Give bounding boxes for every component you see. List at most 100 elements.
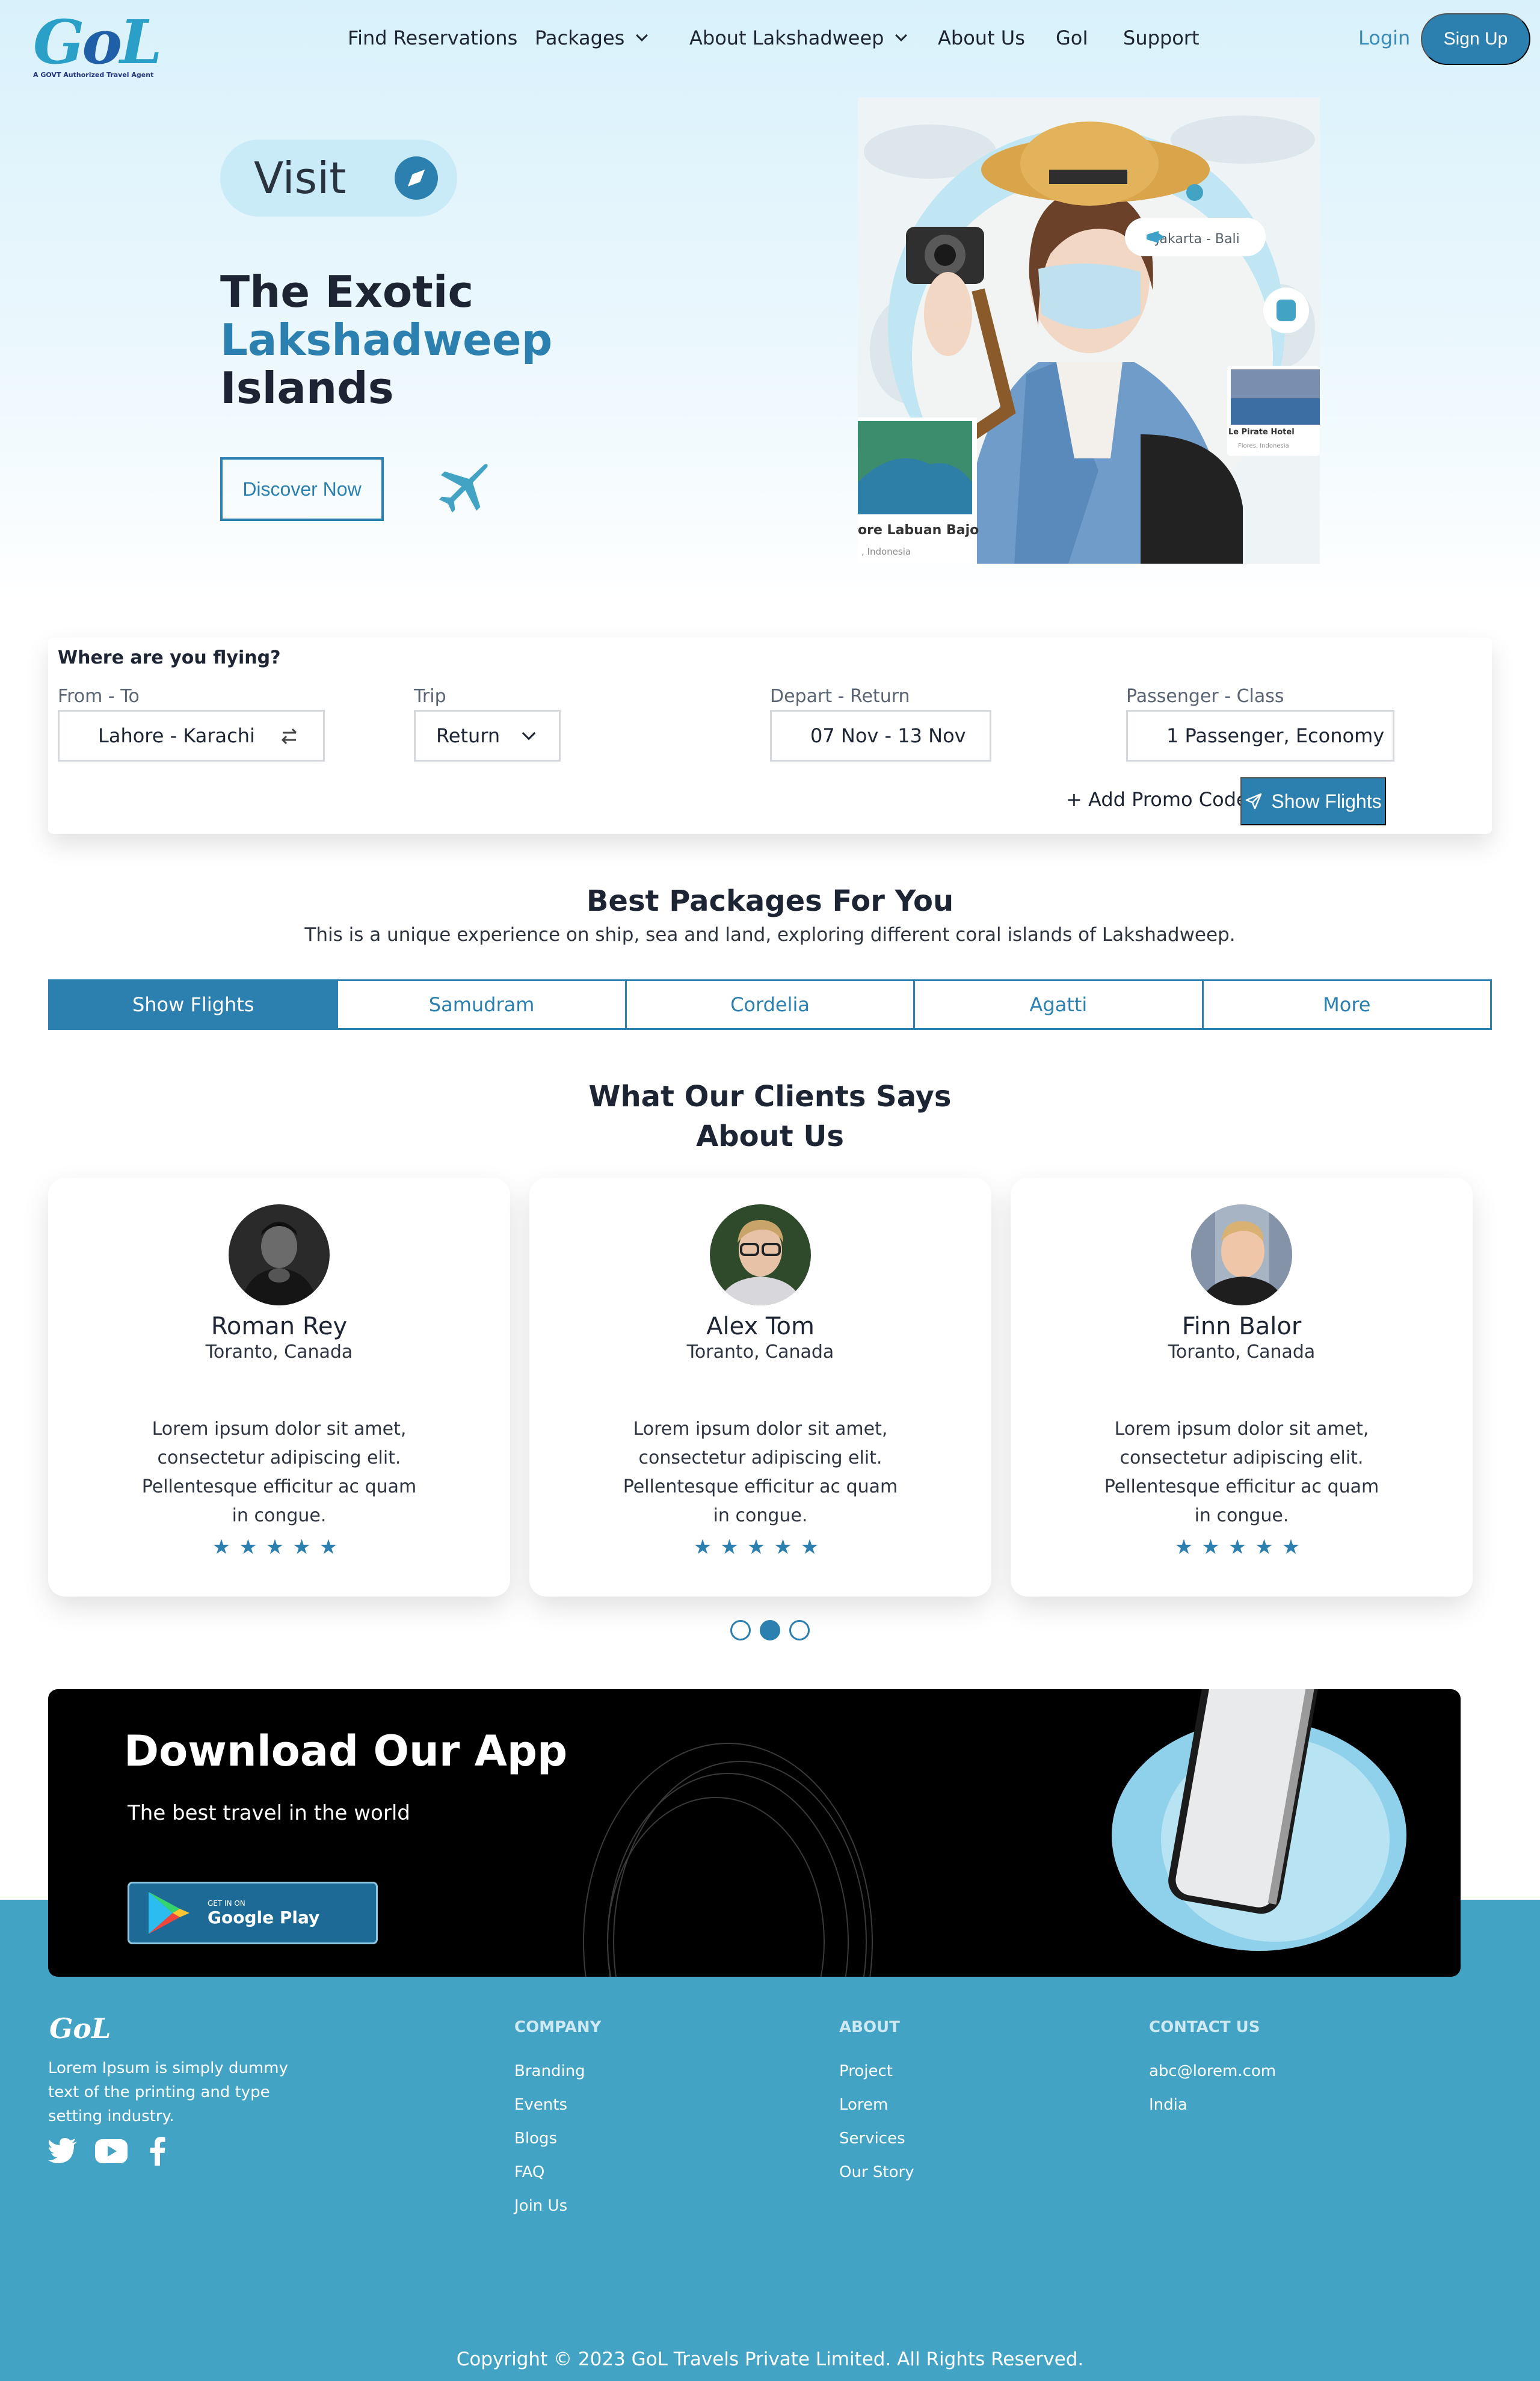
carousel-dot[interactable]	[730, 1620, 751, 1640]
airplane-icon	[439, 464, 488, 513]
nav-label: About Lakshadweep	[689, 26, 884, 49]
footer-link-join-us[interactable]: Join Us	[514, 2197, 567, 2215]
client-quote: Lorem ipsum dolor sit amet, consectetur …	[623, 1418, 898, 1526]
trip-value: Return	[436, 724, 500, 747]
footer-link-services[interactable]: Services	[839, 2130, 905, 2148]
client-quote: Lorem ipsum dolor sit amet, consectetur …	[1104, 1418, 1379, 1526]
show-flights-label: Show Flights	[1271, 790, 1382, 812]
logo-mark: GoL	[33, 7, 162, 78]
tab-cordelia[interactable]: Cordelia	[626, 981, 916, 1028]
packages-tabs: Show Flights Samudram Cordelia Agatti Mo…	[48, 979, 1492, 1030]
star-icon: ★★★★★	[1174, 1535, 1309, 1559]
nav-packages[interactable]: Packages	[535, 26, 648, 49]
avatar	[229, 1204, 330, 1305]
nav-label: Find Reservations	[348, 26, 518, 49]
hero-image: Jakarta - Bali Le Pirate Hotel Flores, I…	[858, 97, 1320, 564]
signup-button[interactable]: Sign Up	[1421, 13, 1530, 65]
twitter-icon[interactable]	[48, 2137, 78, 2166]
carousel-dot[interactable]	[789, 1620, 810, 1640]
footer-link-events[interactable]: Events	[514, 2096, 567, 2114]
brand-logo[interactable]: GoL A GOVT Authorized Travel Agent	[33, 7, 162, 79]
star-rating: ★★★★★	[529, 1535, 991, 1559]
tab-samudram[interactable]: Samudram	[338, 981, 627, 1028]
testimonial-card: Roman Rey Toranto, Canada Lorem ipsum do…	[48, 1178, 510, 1597]
footer-link-project[interactable]: Project	[839, 2062, 893, 2080]
download-app-banner: Download Our App The best travel in the …	[48, 1689, 1461, 1977]
footer-company-heading: COMPANY	[514, 2018, 602, 2036]
chevron-down-icon	[522, 726, 536, 741]
swap-icon[interactable]	[279, 725, 300, 746]
testimonials-title: What Our Clients Says About Us	[0, 1077, 1540, 1156]
nav-label: Support	[1123, 26, 1200, 49]
google-play-icon	[149, 1892, 189, 1934]
visit-label: Visit	[254, 153, 346, 203]
logo-tagline: A GOVT Authorized Travel Agent	[33, 71, 154, 79]
hero-section: GoL A GOVT Authorized Travel Agent Find …	[0, 0, 1540, 602]
nav-label: Packages	[535, 26, 625, 49]
star-rating: ★★★★★	[1011, 1535, 1473, 1559]
passenger-class-value: 1 Passenger, Economy	[1166, 724, 1385, 747]
footer-logo[interactable]: GoL	[49, 2012, 111, 2045]
footer-contact-heading: CONTACT US	[1149, 2018, 1260, 2036]
nav-about-us[interactable]: About Us	[938, 26, 1025, 49]
footer-link-blogs[interactable]: Blogs	[514, 2130, 557, 2148]
trip-label: Trip	[414, 686, 446, 707]
app-title: Download Our App	[124, 1726, 568, 1776]
nav-support[interactable]: Support	[1123, 26, 1200, 49]
footer-contact-country: India	[1149, 2096, 1187, 2114]
from-to-field[interactable]: Lahore - Karachi	[58, 710, 325, 762]
add-promo-code-link[interactable]: + Add Promo Code	[1066, 788, 1248, 811]
tab-agatti[interactable]: Agatti	[915, 981, 1204, 1028]
store-small-label: GET IN ON	[208, 1899, 245, 1908]
nav-about-lakshadweep[interactable]: About Lakshadweep	[689, 26, 908, 49]
footer-link-lorem[interactable]: Lorem	[839, 2096, 888, 2114]
footer-about-heading: ABOUT	[839, 2018, 900, 2036]
banner-decoration	[583, 1689, 1406, 1977]
footer-link-branding[interactable]: Branding	[514, 2062, 585, 2080]
trip-select[interactable]: Return	[414, 710, 561, 762]
tab-more[interactable]: More	[1203, 981, 1491, 1028]
hero-title-line1: The Exotic	[220, 266, 474, 317]
star-icon: ★★★★★	[693, 1535, 828, 1559]
nav-label: GoI	[1056, 26, 1088, 49]
store-big-label: Google Play	[208, 1907, 320, 1927]
passenger-class-field[interactable]: 1 Passenger, Economy	[1126, 710, 1394, 762]
depart-return-label: Depart - Return	[770, 686, 910, 707]
depart-return-field[interactable]: 07 Nov - 13 Nov	[770, 710, 991, 762]
footer-link-faq[interactable]: FAQ	[514, 2163, 544, 2181]
copyright-text: Copyright © 2023 GoL Travels Private Lim…	[456, 2349, 1084, 2370]
carousel-dot-active[interactable]	[760, 1620, 780, 1640]
packages-subtitle: This is a unique experience on ship, sea…	[304, 924, 1236, 946]
star-rating: ★★★★★	[48, 1535, 510, 1559]
nav-find-reservations[interactable]: Find Reservations	[348, 26, 517, 49]
client-location: Toranto, Canada	[686, 1341, 834, 1363]
tab-show-flights[interactable]: Show Flights	[50, 981, 339, 1028]
testimonial-card: Alex Tom Toranto, Canada Lorem ipsum dol…	[529, 1178, 991, 1597]
chevron-down-icon	[636, 29, 648, 42]
avatar	[1191, 1204, 1292, 1305]
star-icon: ★★★★★	[212, 1535, 346, 1559]
client-quote: Lorem ipsum dolor sit amet, consectetur …	[141, 1418, 417, 1526]
route-card-text: Jakarta - Bali	[1154, 232, 1240, 247]
testimonial-card: Finn Balor Toranto, Canada Lorem ipsum d…	[1011, 1178, 1473, 1597]
footer-link-our-story[interactable]: Our Story	[839, 2163, 914, 2181]
nav-goi[interactable]: GoI	[1056, 26, 1088, 49]
place-card-location: , Indonesia	[861, 546, 911, 557]
depart-return-value: 07 Nov - 13 Nov	[810, 724, 966, 747]
hero-title-line3: Islands	[220, 363, 394, 413]
google-play-button[interactable]: GET IN ON Google Play	[128, 1882, 378, 1944]
flight-search-panel: Where are you flying? From - To Lahore -…	[48, 638, 1492, 834]
from-to-label: From - To	[58, 686, 140, 707]
compass-icon	[395, 156, 438, 200]
from-to-value: Lahore - Karachi	[98, 724, 255, 747]
login-link[interactable]: Login	[1358, 26, 1410, 49]
facebook-icon[interactable]	[149, 2137, 166, 2166]
footer-contact-email[interactable]: abc@lorem.com	[1149, 2062, 1276, 2080]
show-flights-button[interactable]: Show Flights	[1240, 777, 1386, 825]
discover-now-button[interactable]: Discover Now	[220, 457, 384, 521]
footer-description: Lorem Ipsum is simply dummy text of the …	[48, 2059, 288, 2125]
chevron-down-icon	[895, 29, 908, 42]
hotel-card-name: Le Pirate Hotel	[1228, 428, 1295, 437]
youtube-icon[interactable]	[95, 2137, 128, 2166]
testimonials-title-line2: About Us	[696, 1120, 844, 1153]
